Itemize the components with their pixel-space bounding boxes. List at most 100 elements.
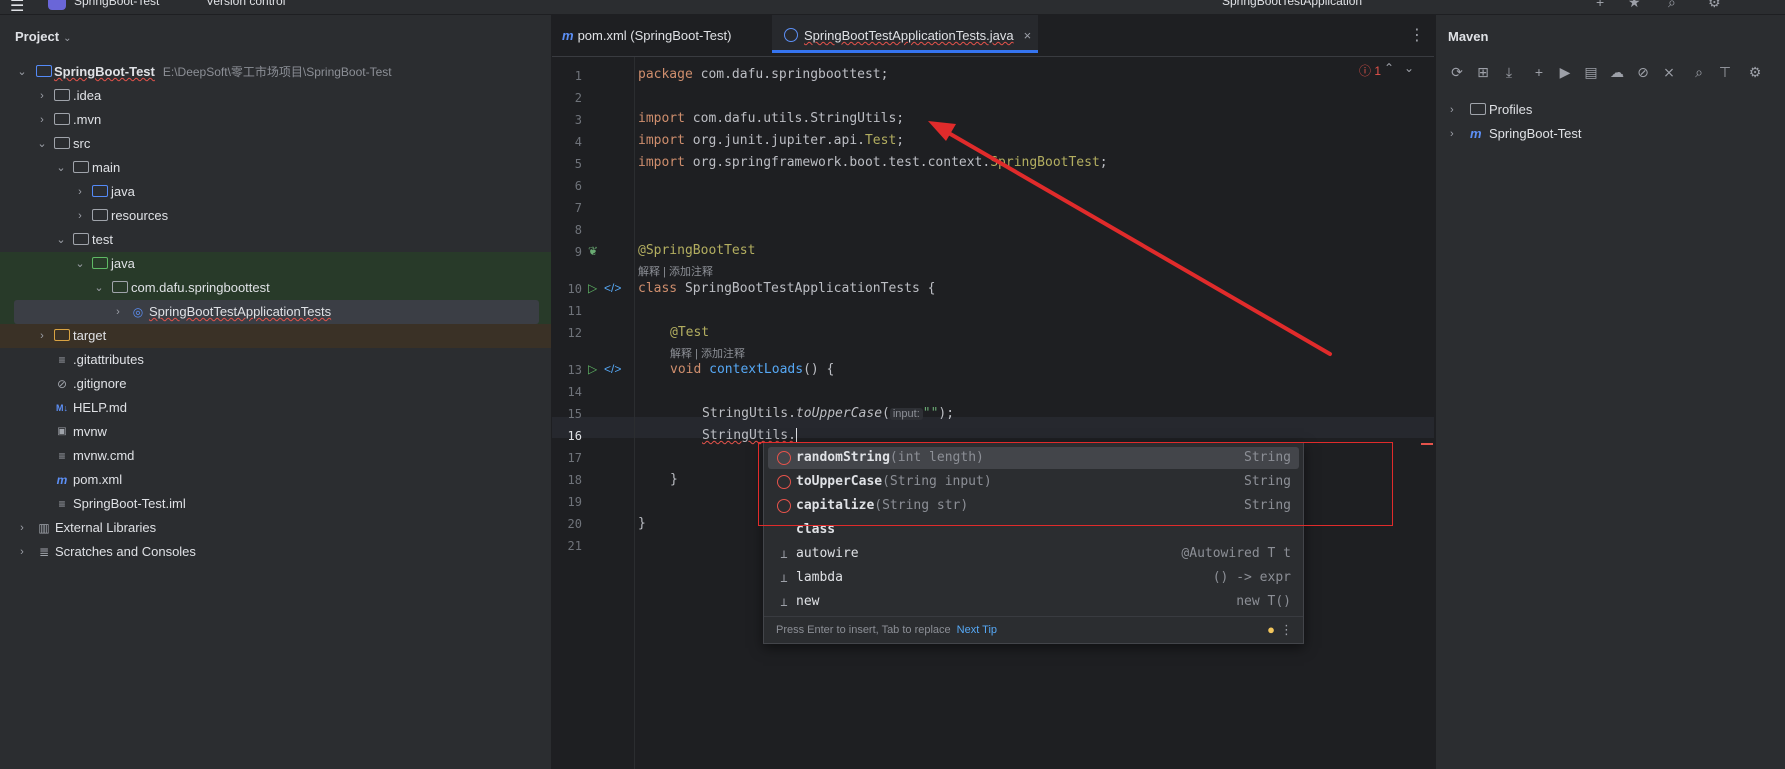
- chevron-down-icon[interactable]: ⌄: [55, 228, 67, 252]
- chevron-right-icon[interactable]: ›: [36, 324, 48, 348]
- tree-item-test-java[interactable]: ⌄ java: [0, 252, 551, 276]
- completion-item[interactable]: ⊥ autowire @Autowired T t: [768, 543, 1299, 565]
- tree-item-test[interactable]: ⌄ test: [0, 228, 551, 252]
- tree-item-main[interactable]: ⌄ main: [0, 156, 551, 180]
- tree-item-package[interactable]: ⌄ com.dafu.springboottest: [0, 276, 551, 300]
- more-options-icon[interactable]: ⋮: [1280, 617, 1293, 643]
- error-stripe-mark[interactable]: [1421, 443, 1433, 445]
- completion-item[interactable]: capitalize(String str) String: [768, 495, 1299, 517]
- tree-item-mvnw-cmd[interactable]: ≡ mvnw.cmd: [0, 444, 551, 468]
- tree-item-scratches[interactable]: › ≣ Scratches and Consoles: [0, 540, 551, 564]
- line-number: 2: [574, 91, 582, 105]
- class-icon: ◎: [132, 305, 144, 319]
- chevron-right-icon[interactable]: ›: [112, 300, 124, 324]
- chevron-right-icon[interactable]: ›: [1450, 122, 1454, 146]
- tab-pom-xml[interactable]: m pom.xml (SpringBoot-Test): [562, 15, 768, 56]
- line-number: 6: [574, 179, 582, 193]
- completion-item[interactable]: ⊥ new new T(): [768, 591, 1299, 613]
- collapse-all-icon[interactable]: ⨯: [1660, 64, 1678, 81]
- markdown-file-icon: M↓: [56, 403, 68, 413]
- chevron-right-icon[interactable]: ›: [36, 108, 48, 132]
- completion-item[interactable]: toUpperCase(String input) String: [768, 471, 1299, 493]
- line-number: 4: [574, 135, 582, 149]
- chevron-right-icon[interactable]: ›: [16, 540, 28, 564]
- close-icon[interactable]: ×: [1024, 28, 1032, 43]
- navigate-gutter-icon[interactable]: </>: [604, 281, 621, 295]
- run-configuration[interactable]: SpringBootTestApplication: [1222, 0, 1362, 8]
- chevron-right-icon[interactable]: ›: [74, 180, 86, 204]
- previous-error-icon[interactable]: ⌃: [1384, 61, 1394, 75]
- settings-icon[interactable]: ⚙: [1746, 64, 1764, 81]
- tree-item-external-libraries[interactable]: › ▥ External Libraries: [0, 516, 551, 540]
- completion-item-name: lambda: [796, 570, 843, 585]
- chevron-right-icon[interactable]: ›: [16, 516, 28, 540]
- completion-item[interactable]: randomString(int length) String: [768, 447, 1299, 469]
- add-project-icon[interactable]: ⊞: [1474, 64, 1492, 81]
- skip-tests-icon[interactable]: ⊘: [1634, 64, 1652, 81]
- project-badge-icon[interactable]: [48, 0, 66, 10]
- tree-item-help[interactable]: M↓ HELP.md: [0, 396, 551, 420]
- tab-test-class[interactable]: SpringBootTestApplicationTests.java ×: [772, 15, 1038, 53]
- add-icon[interactable]: +: [1596, 0, 1604, 10]
- shell-file-icon: ▣: [57, 426, 67, 437]
- spring-bean-icon[interactable]: ❦: [588, 244, 598, 258]
- show-dependencies-icon[interactable]: ⊤: [1716, 64, 1734, 81]
- lightbulb-icon[interactable]: ●: [1267, 617, 1275, 643]
- project-panel-title[interactable]: Project ⌄: [15, 29, 71, 44]
- run-icon[interactable]: ▶: [1556, 64, 1574, 81]
- chevron-down-icon[interactable]: ⌄: [16, 60, 28, 84]
- completion-item-name: new: [796, 594, 820, 609]
- analyze-dependencies-icon[interactable]: ⌕: [1690, 64, 1708, 81]
- offline-icon[interactable]: ☁: [1608, 64, 1626, 81]
- completion-item-type: @Autowired T t: [1181, 546, 1291, 561]
- chevron-down-icon[interactable]: ⌄: [93, 276, 105, 300]
- tree-item-mvnw[interactable]: ▣ mvnw: [0, 420, 551, 444]
- run-gutter-icon[interactable]: ▷: [588, 281, 597, 295]
- chevron-down-icon[interactable]: ⌄: [55, 156, 67, 180]
- main-menu-icon[interactable]: ☰: [10, 0, 24, 14]
- ai-assistant-icon[interactable]: ★: [1628, 0, 1641, 11]
- add-icon[interactable]: +: [1530, 64, 1548, 80]
- code-line-16: StringUtils.: [702, 428, 798, 443]
- folder-icon: [73, 156, 89, 180]
- navigate-gutter-icon[interactable]: </>: [604, 362, 621, 376]
- chevron-right-icon[interactable]: ›: [36, 84, 48, 108]
- code-vision-hint[interactable]: 解释 | 添加注释: [638, 263, 713, 279]
- chevron-down-icon[interactable]: ⌄: [36, 132, 48, 156]
- error-count-indicator[interactable]: ⓘ 1: [1359, 62, 1381, 79]
- project-switcher[interactable]: SpringBoot-Test: [74, 0, 159, 8]
- tree-item-target[interactable]: › target: [0, 324, 551, 348]
- tree-item-iml[interactable]: ≡ SpringBoot-Test.iml: [0, 492, 551, 516]
- tree-item-gitignore[interactable]: ⊘ .gitignore: [0, 372, 551, 396]
- tree-item-idea[interactable]: › .idea: [0, 84, 551, 108]
- tree-item-main-java[interactable]: › java: [0, 180, 551, 204]
- download-icon[interactable]: ⤓: [1500, 64, 1518, 81]
- tree-item-pom[interactable]: m pom.xml: [0, 468, 551, 492]
- line-number: 11: [567, 304, 582, 318]
- project-path: E:\DeepSoft\零工市场项目\SpringBoot-Test: [162, 65, 392, 79]
- tree-item-root[interactable]: ⌄ SpringBoot-Test E:\DeepSoft\零工市场项目\Spri…: [0, 60, 551, 84]
- tree-item-mvn[interactable]: › .mvn: [0, 108, 551, 132]
- chevron-right-icon[interactable]: ›: [74, 204, 86, 228]
- next-error-icon[interactable]: ⌄: [1404, 61, 1414, 75]
- version-control-menu[interactable]: Version control: [206, 0, 285, 8]
- completion-item[interactable]: class: [768, 519, 1299, 541]
- tree-item-gitattributes[interactable]: ≡ .gitattributes: [0, 348, 551, 372]
- more-icon[interactable]: ⋮: [1409, 25, 1425, 45]
- next-tip-link[interactable]: Next Tip: [957, 624, 997, 636]
- settings-icon[interactable]: ⚙: [1708, 0, 1721, 11]
- scratches-icon: ≣: [38, 545, 50, 559]
- completion-item[interactable]: ⊥ lambda () -> expr: [768, 567, 1299, 589]
- execute-goal-icon[interactable]: ▤: [1582, 64, 1600, 81]
- reload-icon[interactable]: ⟳: [1448, 64, 1466, 81]
- chevron-right-icon[interactable]: ›: [1450, 98, 1454, 122]
- run-gutter-icon[interactable]: ▷: [588, 362, 597, 376]
- search-icon[interactable]: ⌕: [1668, 0, 1676, 11]
- completion-item-type: String: [1244, 498, 1291, 513]
- tree-item-class[interactable]: › ◎ SpringBootTestApplicationTests: [14, 300, 539, 324]
- code-vision-hint[interactable]: 解释 | 添加注释: [670, 345, 745, 361]
- tree-item-resources[interactable]: › resources: [0, 204, 551, 228]
- tree-item-src[interactable]: ⌄ src: [0, 132, 551, 156]
- tree-item-label: com.dafu.springboottest: [131, 280, 270, 295]
- chevron-down-icon[interactable]: ⌄: [74, 252, 86, 276]
